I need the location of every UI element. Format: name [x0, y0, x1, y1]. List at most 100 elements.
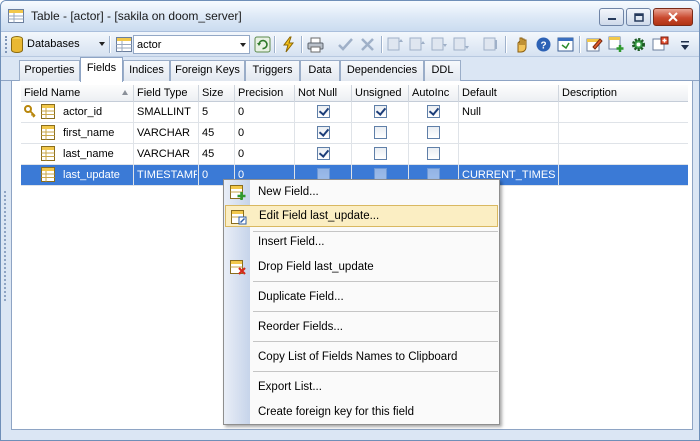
tab-dependencies[interactable]: Dependencies	[340, 60, 424, 81]
move-down-icon[interactable]	[431, 36, 448, 53]
field-type-cell[interactable]: VARCHAR	[137, 127, 197, 139]
menu-item-insert-field[interactable]: Insert Field...	[225, 231, 498, 253]
column-header-autoinc[interactable]: AutoInc	[412, 87, 449, 99]
hand-icon[interactable]	[513, 36, 530, 53]
field-type-cell[interactable]: VARCHAR	[137, 148, 197, 160]
column-divider[interactable]	[234, 85, 235, 102]
column-header-field-type[interactable]: Field Type	[137, 87, 188, 99]
maximize-button[interactable]	[626, 8, 651, 26]
check-icon[interactable]	[337, 36, 354, 53]
column-header-description[interactable]: Description	[562, 87, 617, 99]
column-divider[interactable]	[408, 85, 409, 102]
autoinc-checkbox[interactable]	[427, 126, 440, 139]
unsigned-checkbox[interactable]	[374, 147, 387, 160]
grid-header: Field Name Field Type Size Precision Not…	[21, 85, 688, 102]
move-first-icon[interactable]	[387, 36, 404, 53]
field-name-cell[interactable]: actor_id	[63, 106, 102, 118]
autoinc-checkbox[interactable]	[427, 105, 440, 118]
menu-item-label: New Field...	[258, 186, 319, 198]
title-bar: Table - [actor] - [sakila on doom_server…	[1, 1, 699, 32]
default-cell[interactable]: Null	[462, 106, 481, 118]
window-icon[interactable]	[557, 36, 574, 53]
chevron-down-icon[interactable]	[99, 42, 105, 46]
menu-item-export-list[interactable]: Export List...	[225, 376, 498, 398]
column-divider[interactable]	[294, 85, 295, 102]
tab-fields[interactable]: Fields	[80, 57, 123, 82]
maximize-icon	[633, 12, 644, 22]
tab-foreign-keys[interactable]: Foreign Keys	[170, 60, 245, 81]
chevron-down-icon[interactable]	[236, 36, 249, 53]
field-icon	[41, 146, 55, 161]
drop-field-icon	[230, 260, 246, 275]
cancel-icon[interactable]	[359, 36, 376, 53]
column-header-field-name[interactable]: Field Name	[24, 87, 80, 99]
add-field-icon[interactable]	[608, 36, 625, 53]
plugin-icon[interactable]	[652, 36, 669, 53]
toolbar-grip[interactable]	[5, 36, 8, 53]
precision-cell[interactable]: 0	[238, 148, 244, 160]
menu-item-new-field[interactable]: New Field...	[225, 181, 498, 203]
compile-icon[interactable]	[280, 36, 297, 53]
close-button[interactable]	[653, 8, 693, 26]
edit-table-icon[interactable]	[586, 36, 603, 53]
menu-item-edit-field[interactable]: Edit Field last_update...	[225, 205, 498, 227]
precision-cell[interactable]: 0	[238, 106, 244, 118]
column-divider[interactable]	[198, 85, 199, 102]
gear-icon[interactable]	[630, 36, 647, 53]
size-cell[interactable]: 45	[202, 127, 214, 139]
column-header-unsigned[interactable]: Unsigned	[355, 87, 401, 99]
tab-properties[interactable]: Properties	[19, 60, 80, 81]
autoinc-checkbox[interactable]	[427, 147, 440, 160]
field-type-cell[interactable]: SMALLINT	[137, 106, 197, 118]
tab-strip: Properties Fields Indices Foreign Keys T…	[1, 57, 699, 82]
refresh-icon[interactable]	[254, 36, 271, 53]
help-icon[interactable]: ?	[535, 36, 552, 53]
field-name-cell[interactable]: last_name	[63, 148, 114, 160]
move-up-icon[interactable]	[409, 36, 426, 53]
databases-dropdown[interactable]: Databases	[27, 38, 80, 50]
precision-cell[interactable]: 0	[238, 127, 244, 139]
tab-ddl[interactable]: DDL	[424, 60, 461, 81]
field-name-cell[interactable]: first_name	[63, 127, 114, 139]
menu-item-reorder-fields[interactable]: Reorder Fields...	[225, 316, 498, 338]
fields-grid: Field Name Field Type Size Precision Not…	[21, 85, 688, 186]
reorder-icon[interactable]	[483, 36, 500, 53]
minimize-button[interactable]	[599, 8, 624, 26]
column-header-not-null[interactable]: Not Null	[298, 87, 337, 99]
menu-item-create-foreign-key[interactable]: Create foreign key for this field	[225, 401, 498, 423]
unsigned-checkbox[interactable]	[374, 105, 387, 118]
grid-line	[294, 102, 295, 186]
menu-item-label: Create foreign key for this field	[258, 406, 414, 418]
unsigned-checkbox[interactable]	[374, 126, 387, 139]
field-name-cell[interactable]: last_update	[63, 169, 120, 181]
tab-indices[interactable]: Indices	[123, 60, 170, 81]
table-selector[interactable]: actor	[133, 35, 250, 54]
column-divider[interactable]	[558, 85, 559, 102]
column-divider[interactable]	[458, 85, 459, 102]
not-null-checkbox[interactable]	[317, 147, 330, 160]
move-last-icon[interactable]	[453, 36, 470, 53]
column-header-precision[interactable]: Precision	[238, 87, 283, 99]
menu-item-copy-field-names[interactable]: Copy List of Fields Names to Clipboard	[225, 346, 498, 368]
toolbar-overflow-icon[interactable]	[680, 36, 690, 53]
table-row[interactable]: first_name VARCHAR 45 0	[21, 123, 688, 144]
toolbar-separator	[579, 36, 581, 53]
column-divider[interactable]	[133, 85, 134, 102]
field-type-cell[interactable]: TIMESTAMP	[137, 169, 197, 181]
column-divider[interactable]	[351, 85, 352, 102]
menu-item-duplicate-field[interactable]: Duplicate Field...	[225, 286, 498, 308]
size-cell[interactable]: 45	[202, 148, 214, 160]
menu-item-drop-field[interactable]: Drop Field last_update	[225, 256, 498, 278]
splitter-grip[interactable]	[4, 191, 7, 301]
tab-triggers[interactable]: Triggers	[245, 60, 300, 81]
column-header-default[interactable]: Default	[462, 87, 497, 99]
table-row[interactable]: actor_id SMALLINT 5 0 Null	[21, 102, 688, 123]
table-row[interactable]: last_name VARCHAR 45 0	[21, 144, 688, 165]
size-cell[interactable]: 0	[202, 169, 208, 181]
not-null-checkbox[interactable]	[317, 126, 330, 139]
not-null-checkbox[interactable]	[317, 105, 330, 118]
size-cell[interactable]: 5	[202, 106, 208, 118]
print-icon[interactable]	[307, 36, 324, 53]
tab-data[interactable]: Data	[300, 60, 340, 81]
column-header-size[interactable]: Size	[202, 87, 223, 99]
